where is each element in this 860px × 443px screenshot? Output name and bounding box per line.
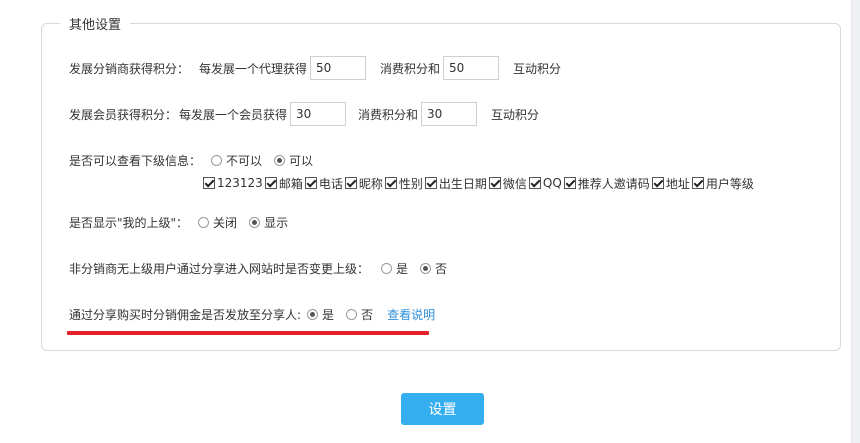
change-superior-label: 非分销商无上级用户通过分享进入网站时是否变更上级： xyxy=(69,261,370,276)
member-points-text2: 消费积分和 xyxy=(358,107,419,122)
radio-off-icon xyxy=(346,308,358,320)
checkbox-checked-icon xyxy=(424,177,437,189)
section-legend: 其他设置 xyxy=(69,18,122,33)
distributor-consume-points-input[interactable] xyxy=(310,56,367,80)
radio-on-icon xyxy=(274,154,286,166)
show-superior-option-off[interactable]: 关闭 xyxy=(198,214,237,231)
field-checkbox-birthday[interactable]: 出生日期 xyxy=(424,175,487,192)
highlight-underline xyxy=(67,331,429,335)
radio-on-icon xyxy=(249,216,261,228)
checkbox-checked-icon xyxy=(563,177,576,189)
subordinate-fields-row: 123123 邮箱 电话 昵称 性别 出生日期 微信 QQ 推荐人邀请码 地址 … xyxy=(203,171,756,195)
page-scroll-edge xyxy=(851,0,860,443)
checkbox-checked-icon xyxy=(691,177,704,189)
share-commission-option-yes[interactable]: 是 xyxy=(307,306,334,323)
field-checkbox-wechat[interactable]: 微信 xyxy=(488,175,527,192)
distributor-points-label: 发展分销商获得积分： xyxy=(69,61,190,76)
checkbox-checked-icon xyxy=(203,177,215,189)
field-checkbox-address[interactable]: 地址 xyxy=(651,175,690,192)
field-checkbox-123123[interactable]: 123123 xyxy=(203,176,263,190)
view-subordinate-label: 是否可以查看下级信息： xyxy=(69,153,202,168)
distributor-points-text3: 互动积分 xyxy=(513,61,562,76)
field-checkbox-phone[interactable]: 电话 xyxy=(304,175,343,192)
share-commission-row: 通过分享购买时分销佣金是否发放至分享人: 是 否 查看说明 xyxy=(69,302,435,326)
change-superior-row: 非分销商无上级用户通过分享进入网站时是否变更上级： 是 否 xyxy=(69,256,447,280)
checkbox-checked-icon xyxy=(264,177,277,189)
distributor-interact-points-input[interactable] xyxy=(443,56,500,80)
member-points-row: 发展会员获得积分： 每发展一个会员获得 消费积分和 互动积分 xyxy=(69,102,539,126)
distributor-points-row: 发展分销商获得积分： 每发展一个代理获得 消费积分和 互动积分 xyxy=(69,56,561,80)
distributor-points-text1: 每发展一个代理获得 xyxy=(199,61,308,76)
field-checkbox-email[interactable]: 邮箱 xyxy=(264,175,303,192)
field-checkbox-referrer-code[interactable]: 推荐人邀请码 xyxy=(563,175,650,192)
field-checkbox-qq[interactable]: QQ xyxy=(528,176,562,190)
show-superior-option-on[interactable]: 显示 xyxy=(249,214,288,231)
checkbox-checked-icon xyxy=(528,177,541,189)
checkbox-checked-icon xyxy=(488,177,501,189)
change-superior-option-no[interactable]: 否 xyxy=(420,260,447,277)
checkbox-checked-icon xyxy=(344,177,357,189)
share-commission-option-no[interactable]: 否 xyxy=(346,306,373,323)
member-interact-points-input[interactable] xyxy=(421,102,478,126)
radio-off-icon xyxy=(211,154,223,166)
radio-off-icon xyxy=(381,262,393,274)
change-superior-option-yes[interactable]: 是 xyxy=(381,260,408,277)
share-commission-label: 通过分享购买时分销佣金是否发放至分享人: xyxy=(69,307,302,322)
settings-submit-button[interactable]: 设置 xyxy=(401,393,484,425)
member-points-text1: 每发展一个会员获得 xyxy=(179,107,288,122)
view-subordinate-row: 是否可以查看下级信息： 不可以 可以 xyxy=(69,148,313,172)
view-subordinate-option-no[interactable]: 不可以 xyxy=(211,152,262,169)
radio-on-icon xyxy=(420,262,432,274)
field-checkbox-user-level[interactable]: 用户等级 xyxy=(691,175,754,192)
checkbox-checked-icon xyxy=(304,177,317,189)
member-points-text3: 互动积分 xyxy=(491,107,540,122)
checkbox-checked-icon xyxy=(651,177,664,189)
show-superior-row: 是否显示"我的上级"： 关闭 显示 xyxy=(69,210,288,234)
view-explanation-link[interactable]: 查看说明 xyxy=(387,306,435,323)
radio-off-icon xyxy=(198,216,210,228)
view-subordinate-option-yes[interactable]: 可以 xyxy=(274,152,313,169)
field-checkbox-gender[interactable]: 性别 xyxy=(384,175,423,192)
member-consume-points-input[interactable] xyxy=(290,102,347,126)
member-points-label: 发展会员获得积分： xyxy=(69,107,178,122)
radio-on-icon xyxy=(307,308,319,320)
distributor-points-text2: 消费积分和 xyxy=(380,61,441,76)
show-superior-label: 是否显示"我的上级"： xyxy=(69,215,189,230)
checkbox-checked-icon xyxy=(384,177,397,189)
field-checkbox-nickname[interactable]: 昵称 xyxy=(344,175,383,192)
